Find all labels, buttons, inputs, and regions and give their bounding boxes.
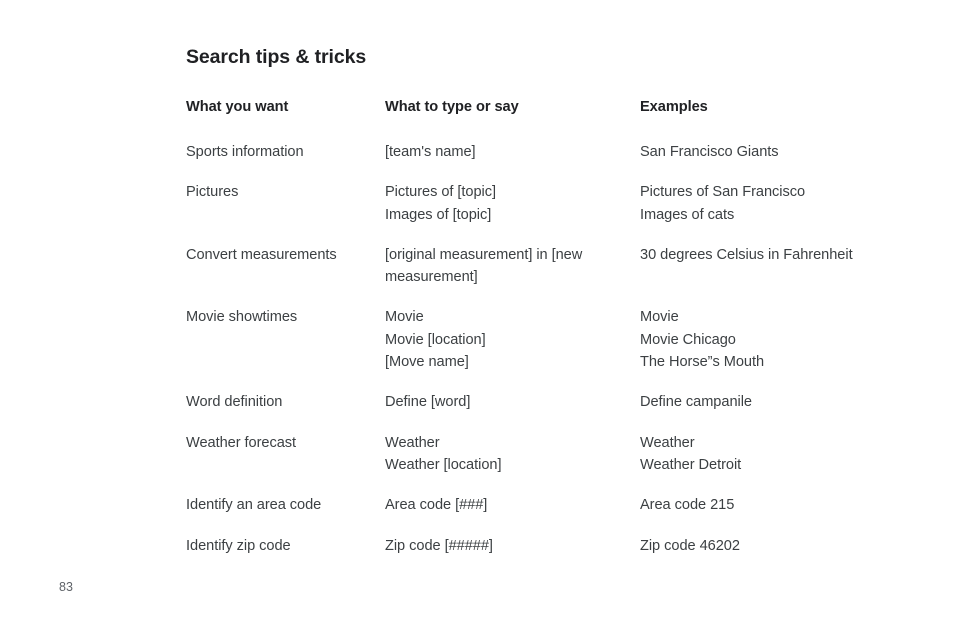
table-row: Pictures Pictures of [topic] Images of [to… — [186, 181, 926, 244]
cell-what-you-want: Movie showtimes — [186, 306, 385, 391]
cell-what-to-type-or-say: Weather Weather [location] — [385, 432, 640, 495]
cell-line: [team's name] — [385, 144, 476, 160]
cell-what-to-type-or-say: Define [word] — [385, 391, 640, 431]
cell-line: Word definition — [186, 394, 283, 411]
cell-what-you-want: Identify an area code — [186, 494, 385, 534]
cell-line: Convert measurements — [186, 246, 337, 263]
cell-line: Movie — [640, 309, 679, 326]
cell-line: Area code [###] — [385, 497, 488, 514]
document-page: Search tips & tricks What you want What … — [0, 0, 954, 636]
cell-examples: Zip code 46202 — [640, 535, 926, 557]
cell-line: Identify an area code — [186, 497, 322, 514]
cell-what-to-type-or-say: Area code [###] — [385, 494, 640, 534]
cell-line: Weather — [640, 434, 695, 451]
cell-examples: Movie Movie Chicago The Horse”s Mouth — [640, 306, 926, 391]
cell-what-to-type-or-say: Zip code [#####] — [385, 535, 640, 557]
cell-line: Images of cats — [640, 206, 735, 223]
column-header-what-you-want: What you want — [186, 99, 289, 115]
table-row: Weather forecast Weather Weather [location… — [186, 432, 926, 495]
cell-line: Pictures of [topic] — [385, 184, 496, 201]
cell-examples: Weather Weather Detroit — [640, 432, 926, 495]
cell-line: Pictures — [186, 184, 239, 201]
cell-examples: Area code 215 — [640, 494, 926, 534]
cell-line: Define campanile — [640, 394, 752, 411]
cell-line: The Horse”s Mouth — [640, 354, 765, 371]
cell-line: [Move name] — [385, 354, 469, 371]
cell-what-you-want: Identify zip code — [186, 535, 385, 557]
table-row: Convert measurements [original measuremen… — [186, 244, 926, 307]
cell-line: Weather [location] — [385, 456, 502, 473]
cell-what-to-type-or-say: [team's name] — [385, 141, 640, 181]
cell-line: Movie showtimes — [186, 309, 298, 326]
cell-examples: Pictures of San Francisco Images of cats — [640, 181, 926, 244]
cell-examples: San Francisco Giants — [640, 141, 926, 181]
cell-what-you-want: Convert measurements — [186, 244, 385, 307]
cell-line: Identify zip code — [186, 537, 291, 554]
cell-line: Area code 215 — [640, 497, 735, 514]
cell-what-to-type-or-say: Pictures of [topic] Images of [topic] — [385, 181, 640, 244]
page-title: Search tips & tricks — [186, 46, 367, 69]
column-header-examples: Examples — [640, 99, 708, 115]
cell-what-you-want: Word definition — [186, 391, 385, 431]
cell-what-you-want: Sports information — [186, 141, 385, 181]
cell-line: Zip code 46202 — [640, 537, 740, 554]
table-body: Sports information [team's name] San Franc… — [186, 141, 926, 557]
cell-line: Weather Detroit — [640, 456, 742, 473]
table-row: Identify an area code Area code [###] Area… — [186, 494, 926, 534]
cell-what-you-want: Pictures — [186, 181, 385, 244]
cell-line: Movie [location] — [385, 331, 486, 348]
cell-line: Images of [topic] — [385, 206, 492, 223]
cell-line: 30 degrees Celsius in Fahrenheit — [640, 246, 853, 263]
cell-line: Pictures of San Francisco — [640, 184, 806, 201]
cell-line: Movie — [385, 309, 424, 326]
cell-examples: Define campanile — [640, 391, 926, 431]
cell-what-to-type-or-say: [original measurement] in [new measureme… — [385, 244, 640, 307]
cell-what-to-type-or-say: Movie Movie [location] [Move name] — [385, 306, 640, 391]
cell-line: Weather — [385, 434, 440, 451]
column-header-what-to-type-or-say: What to type or say — [385, 99, 519, 115]
cell-line: Weather forecast — [186, 434, 297, 451]
cell-examples: 30 degrees Celsius in Fahrenheit — [640, 244, 926, 307]
search-tips-table: What you want What to type or say Exampl… — [186, 99, 926, 557]
table-row: Word definition Define [word] Define campa… — [186, 391, 926, 431]
cell-what-you-want: Weather forecast — [186, 432, 385, 495]
table-row: Sports information [team's name] San Franc… — [186, 141, 926, 181]
table-header-row: What you want What to type or say Exampl… — [186, 99, 926, 141]
cell-line: [original measurement] in [new measureme… — [385, 246, 587, 286]
page-number: 83 — [59, 580, 73, 594]
table-row: Movie showtimes Movie Movie [location] [Mov… — [186, 306, 926, 391]
cell-line: San Francisco Giants — [640, 144, 779, 160]
cell-line: Movie Chicago — [640, 331, 736, 348]
cell-line: Define [word] — [385, 394, 471, 411]
cell-line: Zip code [#####] — [385, 537, 493, 554]
cell-line: Sports information — [186, 144, 304, 160]
table-row: Identify zip code Zip code [#####] Zip cod… — [186, 535, 926, 557]
